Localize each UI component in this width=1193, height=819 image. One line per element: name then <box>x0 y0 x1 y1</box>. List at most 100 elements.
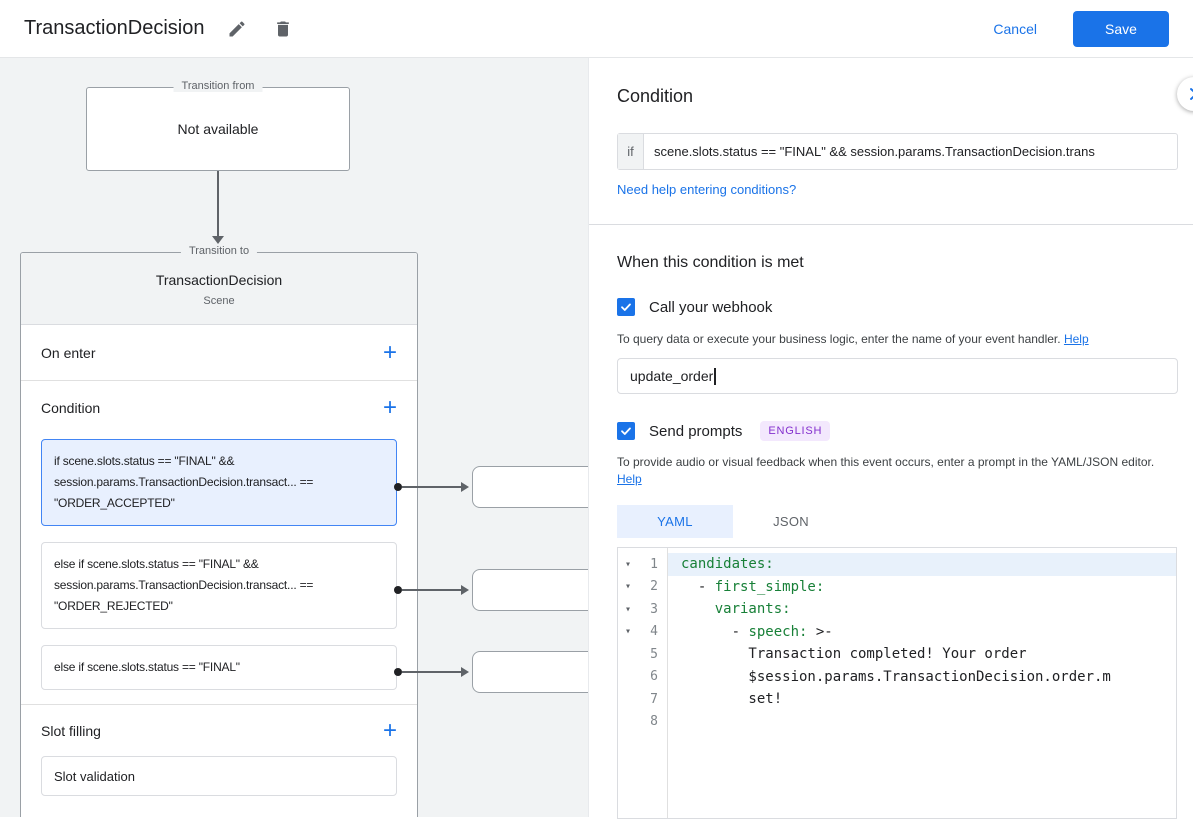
call-webhook-checkbox[interactable] <box>617 298 635 316</box>
save-button[interactable]: Save <box>1073 11 1169 47</box>
cancel-button[interactable]: Cancel <box>993 21 1037 37</box>
code-line[interactable]: - speech: >- <box>668 621 1176 644</box>
send-prompts-checkbox[interactable] <box>617 422 635 440</box>
edit-title-button[interactable] <box>224 16 250 42</box>
fold-arrow-icon[interactable]: ▾ <box>618 626 638 637</box>
webhook-description-text: To query data or execute your business l… <box>617 332 1061 346</box>
scene-type: Scene <box>21 295 417 308</box>
text-cursor <box>714 368 716 385</box>
code-line[interactable] <box>668 711 1176 734</box>
line-number: 5 <box>638 647 667 662</box>
connector-arrowhead <box>461 585 469 595</box>
transition-arrow-head <box>212 236 224 244</box>
transition-arrow-line <box>217 171 219 237</box>
code-line[interactable]: Transaction completed! Your order <box>668 643 1176 666</box>
code-line[interactable]: set! <box>668 688 1176 711</box>
scene-card: Transition to TransactionDecision Scene … <box>20 252 418 817</box>
on-enter-row[interactable]: On enter + <box>21 325 417 381</box>
send-prompts-row: Send prompts ENGLISH <box>617 421 830 441</box>
condition-expression-input[interactable]: scene.slots.status == "FINAL" && session… <box>644 134 1177 169</box>
connector-line <box>402 486 462 488</box>
page-title: TransactionDecision <box>24 17 204 40</box>
condition-detail-panel: Condition if scene.slots.status == "FINA… <box>588 58 1193 817</box>
topbar-actions: Cancel Save <box>993 11 1169 47</box>
transition-from-value: Not available <box>178 121 259 137</box>
checkmark-icon <box>620 425 632 437</box>
topbar-title-group: TransactionDecision <box>24 16 296 42</box>
connector-line <box>402 671 462 673</box>
fold-arrow-icon[interactable]: ▾ <box>618 604 638 615</box>
line-number: 4 <box>638 624 667 639</box>
prompt-editor[interactable]: ▾1▾2▾3▾45678 candidates: - first_simple:… <box>617 547 1177 819</box>
editor-gutter: ▾1▾2▾3▾45678 <box>618 548 668 818</box>
prompts-help-link[interactable]: Help <box>617 472 642 486</box>
scene-name: TransactionDecision <box>21 271 417 289</box>
call-webhook-row: Call your webhook <box>617 298 772 316</box>
call-webhook-label: Call your webhook <box>649 299 772 316</box>
connector-dot <box>394 586 402 594</box>
delete-scene-button[interactable] <box>270 16 296 42</box>
pencil-icon <box>227 19 247 39</box>
connector-dot <box>394 668 402 676</box>
connector-arrowhead <box>461 667 469 677</box>
scene-graph-canvas: Transition from Not available Transition… <box>0 58 588 817</box>
prompts-description-text: To provide audio or visual feedback when… <box>617 455 1154 469</box>
transition-from-node: Transition from Not available <box>86 87 350 171</box>
topbar: TransactionDecision Cancel Save <box>0 0 1193 58</box>
code-line[interactable]: variants: <box>668 598 1176 621</box>
condition-card[interactable]: else if scene.slots.status == "FINAL" &&… <box>41 542 397 629</box>
code-line[interactable]: - first_simple: <box>668 576 1176 599</box>
send-prompts-label: Send prompts <box>649 423 742 440</box>
condition-card[interactable]: if scene.slots.status == "FINAL" && sess… <box>41 439 397 526</box>
line-number: 2 <box>638 579 667 594</box>
add-slot-icon[interactable]: + <box>383 720 397 742</box>
slot-filling-label: Slot filling <box>41 723 101 739</box>
editor-code[interactable]: candidates: - first_simple: variants: - … <box>668 548 1176 818</box>
checkmark-icon <box>620 301 632 313</box>
when-met-title: When this condition is met <box>617 254 804 272</box>
condition-expression-row: if scene.slots.status == "FINAL" && sess… <box>617 133 1178 170</box>
tab-json[interactable]: JSON <box>733 505 849 538</box>
scene-card-header[interactable]: TransactionDecision Scene <box>21 253 417 325</box>
connector-arrowhead <box>461 482 469 492</box>
if-label: if <box>618 134 644 169</box>
slot-validation-item[interactable]: Slot validation <box>41 756 397 796</box>
prompts-description: To provide audio or visual feedback when… <box>617 454 1172 488</box>
fold-arrow-icon[interactable]: ▾ <box>618 581 638 592</box>
webhook-description: To query data or execute your business l… <box>617 331 1089 348</box>
conditions-help-link[interactable]: Need help entering conditions? <box>617 182 796 197</box>
slot-filling-row[interactable]: Slot filling + <box>21 704 417 756</box>
condition-card[interactable]: else if scene.slots.status == "FINAL" <box>41 645 397 690</box>
tab-yaml[interactable]: YAML <box>617 505 733 538</box>
event-handler-input[interactable]: update_order <box>617 358 1178 394</box>
event-handler-value: update_order <box>630 368 713 384</box>
panel-title: Condition <box>617 86 693 107</box>
on-enter-label: On enter <box>41 345 95 361</box>
chevron-right-icon <box>1186 86 1193 102</box>
webhook-help-link[interactable]: Help <box>1064 332 1089 346</box>
transition-target-node[interactable] <box>472 651 588 693</box>
line-number: 6 <box>638 669 667 684</box>
connector-line <box>402 589 462 591</box>
fold-arrow-icon[interactable]: ▾ <box>618 559 638 570</box>
transition-target-node[interactable] <box>472 569 588 611</box>
line-number: 1 <box>638 557 667 572</box>
line-number: 3 <box>638 602 667 617</box>
code-line[interactable]: $session.params.TransactionDecision.orde… <box>668 666 1176 689</box>
condition-section-row[interactable]: Condition + <box>21 381 417 435</box>
condition-card-list: if scene.slots.status == "FINAL" && sess… <box>21 435 417 704</box>
transition-target-node[interactable] <box>472 466 588 508</box>
transition-to-label: Transition to <box>181 245 257 257</box>
connector-dot <box>394 483 402 491</box>
line-number: 7 <box>638 692 667 707</box>
transition-from-label: Transition from <box>174 80 263 92</box>
add-condition-icon[interactable]: + <box>383 397 397 419</box>
code-line[interactable]: candidates: <box>668 553 1176 576</box>
panel-divider <box>589 224 1193 225</box>
language-badge: ENGLISH <box>760 421 830 441</box>
collapse-panel-button[interactable] <box>1177 77 1193 111</box>
line-number: 8 <box>638 714 667 729</box>
editor-tabs: YAML JSON <box>617 505 849 538</box>
add-on-enter-icon[interactable]: + <box>383 342 397 364</box>
condition-section-label: Condition <box>41 400 100 416</box>
